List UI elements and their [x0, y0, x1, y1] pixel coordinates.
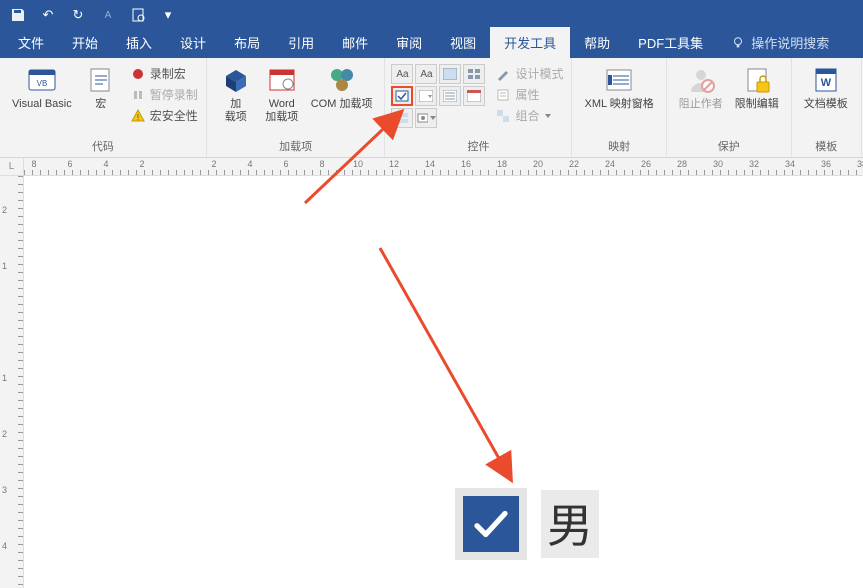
qat-font-decrease[interactable]: A — [96, 3, 120, 27]
qat-undo[interactable]: ↶ — [36, 3, 60, 27]
legacy-tools-control[interactable] — [415, 108, 437, 128]
tab-mailings[interactable]: 邮件 — [328, 27, 382, 58]
group-icon — [495, 108, 511, 124]
group-controls-button: 组合 — [493, 106, 565, 125]
checkbox-demo: 男 — [455, 488, 599, 560]
checkbox-demo-wrapper — [455, 488, 527, 560]
qat-customize[interactable]: ▾ — [156, 3, 180, 27]
document-template-button[interactable]: W 文档模板 — [798, 62, 854, 113]
repeating-section-control[interactable] — [391, 108, 413, 128]
addins-icon — [220, 64, 252, 96]
document-page[interactable] — [44, 184, 857, 588]
design-mode-icon — [495, 66, 511, 82]
ruler-vertical[interactable]: 2112345 — [0, 176, 24, 588]
word-addins-button[interactable]: Word 加载项 — [259, 62, 305, 125]
group-template: W 文档模板 模板 — [792, 58, 862, 157]
group-controls: Aa Aa 设计模式 — [385, 58, 572, 157]
dropdown-control[interactable] — [439, 86, 461, 106]
tab-home[interactable]: 开始 — [58, 27, 112, 58]
pause-recording-button: 暂停录制 — [128, 85, 200, 104]
pause-icon — [130, 87, 146, 103]
macro-security-button[interactable]: 宏安全性 — [128, 106, 200, 125]
ribbon-tabs: 文件 开始 插入 设计 布局 引用 邮件 审阅 视图 开发工具 帮助 PDF工具… — [0, 30, 863, 58]
tab-file[interactable]: 文件 — [4, 27, 58, 58]
plain-text-control[interactable]: Aa — [415, 64, 437, 84]
tab-review[interactable]: 审阅 — [382, 27, 436, 58]
macros-icon — [85, 64, 117, 96]
tab-design[interactable]: 设计 — [166, 27, 220, 58]
template-icon: W — [810, 64, 842, 96]
checkbox-demo-label: 男 — [541, 490, 599, 558]
group-addins: 加 载项 Word 加载项 COM 加载项 加载项 — [207, 58, 386, 157]
record-icon — [130, 66, 146, 82]
properties-icon — [495, 87, 511, 103]
design-mode-button[interactable]: 设计模式 — [493, 64, 565, 83]
document-area[interactable] — [24, 176, 863, 588]
picture-control[interactable] — [439, 64, 461, 84]
properties-button: 属性 — [493, 85, 565, 104]
block-authors-button[interactable]: 阻止作者 — [673, 62, 729, 113]
tab-developer[interactable]: 开发工具 — [490, 27, 570, 58]
group-mapping-label: 映射 — [578, 136, 659, 157]
word-addins-icon — [266, 64, 298, 96]
restrict-editing-icon — [741, 64, 773, 96]
group-template-label: 模板 — [798, 136, 855, 157]
tab-view[interactable]: 视图 — [436, 27, 490, 58]
ribbon: VB Visual Basic 宏 录制宏 暂停录制 — [0, 58, 863, 158]
group-mapping: XML 映射窗格 映射 — [572, 58, 666, 157]
tab-pdftools[interactable]: PDF工具集 — [624, 27, 717, 58]
ruler-corner: L — [0, 158, 24, 176]
addins-button[interactable]: 加 载项 — [213, 62, 259, 125]
tellme-label: 操作说明搜索 — [751, 33, 829, 52]
visual-basic-button[interactable]: VB Visual Basic — [6, 62, 78, 113]
tab-layout[interactable]: 布局 — [220, 27, 274, 58]
controls-gallery: Aa Aa — [391, 62, 485, 128]
group-code-label: 代码 — [6, 136, 200, 157]
qat-save[interactable] — [6, 3, 30, 27]
qat-print-preview[interactable] — [126, 3, 150, 27]
restrict-editing-button[interactable]: 限制编辑 — [729, 62, 785, 113]
lightbulb-icon — [731, 36, 745, 50]
group-code: VB Visual Basic 宏 录制宏 暂停录制 — [0, 58, 207, 157]
check-icon — [470, 503, 512, 545]
com-addins-button[interactable]: COM 加载项 — [305, 62, 379, 113]
warning-icon — [130, 108, 146, 124]
xml-icon — [603, 64, 635, 96]
tab-help[interactable]: 帮助 — [570, 27, 624, 58]
combobox-control[interactable] — [415, 86, 437, 106]
building-block-control[interactable] — [463, 64, 485, 84]
qat-redo[interactable]: ↻ — [66, 3, 90, 27]
group-protect: 阻止作者 限制编辑 保护 — [667, 58, 792, 157]
checkbox-demo-box[interactable] — [463, 496, 519, 552]
record-macro-button[interactable]: 录制宏 — [128, 64, 200, 83]
date-picker-control[interactable] — [463, 86, 485, 106]
workspace: L 86422468101214161820222426283032343638… — [0, 158, 863, 588]
tab-tellme[interactable]: 操作说明搜索 — [717, 27, 843, 58]
rich-text-control[interactable]: Aa — [391, 64, 413, 84]
block-authors-icon — [685, 64, 717, 96]
group-protect-label: 保护 — [673, 136, 785, 157]
title-bar: ↶ ↻ A ▾ — [0, 0, 863, 30]
group-addins-label: 加载项 — [213, 136, 379, 157]
svg-text:W: W — [821, 77, 832, 89]
tab-references[interactable]: 引用 — [274, 27, 328, 58]
xml-mapping-button[interactable]: XML 映射窗格 — [578, 62, 659, 113]
svg-text:VB: VB — [37, 79, 48, 88]
tab-insert[interactable]: 插入 — [112, 27, 166, 58]
checkbox-control[interactable] — [391, 86, 413, 106]
group-controls-label: 控件 — [391, 136, 565, 157]
vb-icon: VB — [26, 64, 58, 96]
macros-button[interactable]: 宏 — [78, 62, 124, 113]
ruler-horizontal[interactable]: 86422468101214161820222426283032343638 — [24, 158, 863, 176]
com-addins-icon — [326, 64, 358, 96]
